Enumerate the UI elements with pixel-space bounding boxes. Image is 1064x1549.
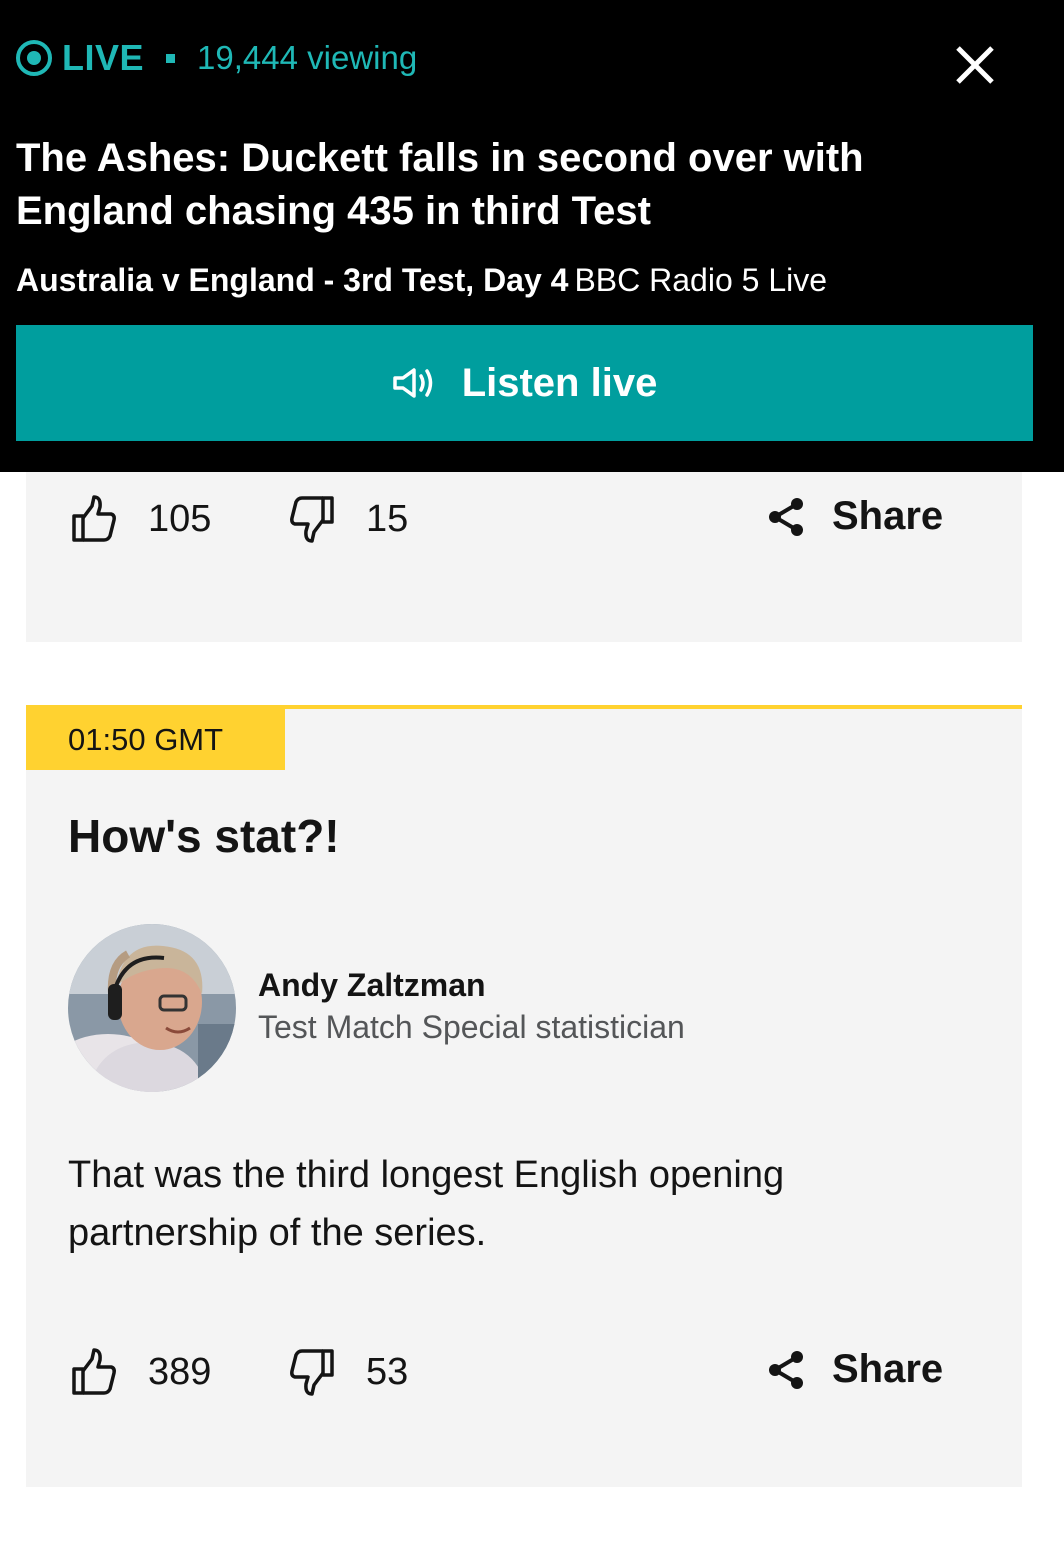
share-button[interactable]: Share	[766, 494, 943, 539]
share-icon	[769, 497, 803, 536]
author-role: Test Match Special statistician	[258, 1009, 685, 1045]
share-label: Share	[832, 1347, 944, 1391]
thumbs-down-icon	[290, 496, 334, 543]
dislike-count: 15	[366, 497, 409, 540]
close-button[interactable]	[950, 40, 1000, 90]
author-name: Andy Zaltzman	[258, 967, 486, 1003]
like-button[interactable]: 389	[70, 1347, 211, 1397]
close-icon	[956, 46, 994, 84]
live-label: LIVE	[62, 37, 145, 78]
thumbs-up-icon	[72, 495, 116, 542]
share-icon	[769, 1350, 803, 1389]
reaction-bar: 389 53 Share	[26, 1347, 1022, 1407]
listen-live-button[interactable]: Listen live	[16, 325, 1033, 441]
like-count: 389	[148, 1350, 212, 1393]
reaction-bar: 105 15 Share	[26, 494, 1022, 554]
like-count: 105	[148, 497, 212, 540]
viewer-count: 19,444 viewing	[197, 39, 418, 76]
post-title: How's stat?!	[68, 810, 340, 862]
post-body: That was the third longest English openi…	[68, 1154, 785, 1254]
live-indicator-icon	[16, 40, 52, 76]
live-status-row: LIVE 19,444 viewing	[16, 36, 417, 80]
dislike-button[interactable]: 15	[288, 494, 408, 544]
programme-info: Australia v England - 3rd Test, Day 4 BBC…	[16, 260, 1036, 300]
share-button[interactable]: Share	[766, 1347, 943, 1392]
listen-live-label: Listen live	[461, 360, 658, 405]
thumbs-up-icon	[72, 1348, 116, 1395]
match-title: Australia v England - 3rd Test, Day 4	[16, 262, 569, 298]
station-name: BBC Radio 5 Live	[574, 262, 828, 298]
dislike-count: 53	[366, 1350, 409, 1393]
speaker-icon	[392, 365, 438, 401]
live-banner: LIVE 19,444 viewing The Ashes: Duckett f…	[0, 0, 1064, 472]
share-label: Share	[832, 494, 944, 538]
live-post-card: 105 15 Share	[26, 472, 1022, 642]
live-headline[interactable]: The Ashes: Duckett falls in second over …	[16, 132, 976, 238]
separator-dot	[166, 53, 176, 63]
author-avatar	[68, 924, 236, 1092]
live-post-card: 01:50 GMT How's stat?! Andy Zaltzman Tes…	[26, 705, 1022, 1487]
thumbs-down-icon	[290, 1349, 334, 1396]
dislike-button[interactable]: 53	[288, 1347, 408, 1397]
like-button[interactable]: 105	[70, 494, 211, 544]
post-timestamp: 01:50 GMT	[26, 709, 285, 770]
